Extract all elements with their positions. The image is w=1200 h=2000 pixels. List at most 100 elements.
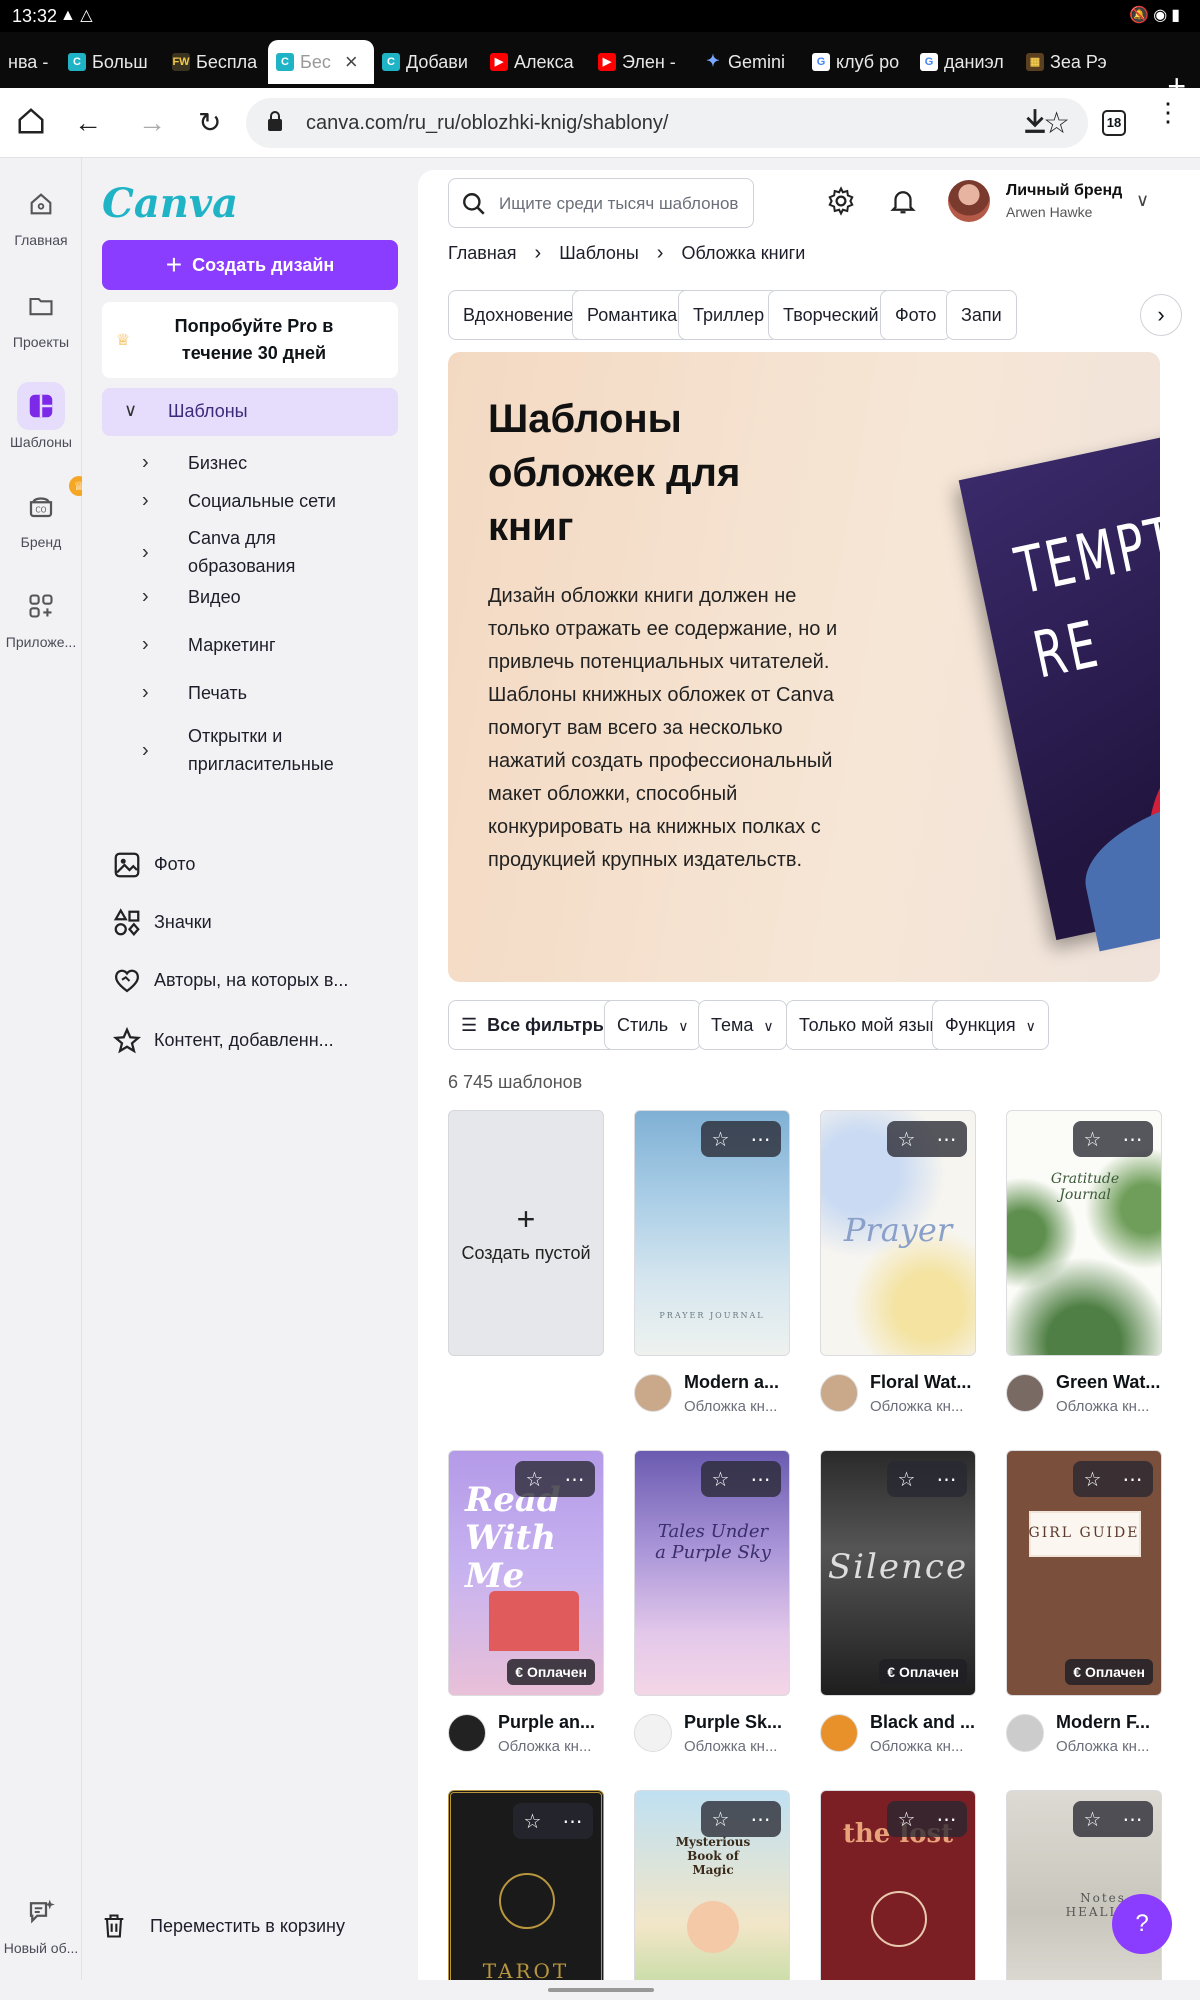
template-card[interactable]: GIRL GUIDE ☆ ⋯ € Оплачен Modern F... Обло…	[1006, 1450, 1162, 1755]
browser-tab[interactable]: Gданиэл	[912, 40, 1018, 84]
chip-more[interactable]: Запи	[946, 290, 1017, 340]
reload-icon[interactable]: ↻	[198, 106, 221, 140]
back-icon[interactable]: ←	[74, 106, 102, 140]
browser-tab[interactable]: ▶ Элен -	[590, 40, 696, 84]
template-actions: ☆ ⋯	[1073, 1121, 1153, 1157]
more-icon[interactable]: ⋯	[750, 1467, 770, 1492]
sidebar-item-templates[interactable]: ∨ Шаблоны	[102, 388, 398, 436]
try-pro-card[interactable]: ♕ Попробуйте Pro в течение 30 дней	[102, 302, 398, 378]
chip-photo[interactable]: Фото	[880, 290, 952, 340]
sidebar-item-photo[interactable]: Фото	[102, 850, 398, 880]
star-icon[interactable]: ☆	[898, 1467, 916, 1492]
star-icon[interactable]: ☆	[526, 1467, 544, 1492]
star-icon[interactable]: ☆	[898, 1127, 916, 1152]
sidebar-item-icons[interactable]: Значки	[102, 908, 398, 938]
style-filter-dropdown[interactable]: Стиль ∨	[604, 1000, 702, 1050]
forward-icon[interactable]: →	[138, 106, 166, 140]
star-icon[interactable]: ☆	[712, 1127, 730, 1152]
download-icon[interactable]	[1022, 106, 1048, 144]
chevron-down-icon[interactable]: ∨	[1136, 190, 1149, 211]
more-icon[interactable]: ⋯	[936, 1807, 956, 1832]
star-icon[interactable]: ☆	[1084, 1807, 1102, 1832]
template-card[interactable]: TAROT ☆ ⋯	[448, 1790, 604, 1980]
breadcrumb-home[interactable]: Главная	[448, 243, 517, 264]
more-icon[interactable]: ⋯	[1122, 1127, 1142, 1152]
more-icon[interactable]: ⋯	[1122, 1807, 1142, 1832]
chevron-right-icon[interactable]: ›	[1140, 294, 1182, 336]
help-button[interactable]: ?	[1112, 1894, 1172, 1954]
template-type: Обложка кн...	[498, 1738, 592, 1755]
sidebar-subitem-education[interactable]: › Canva для образования	[102, 524, 398, 582]
chip-thriller[interactable]: Триллер	[678, 290, 780, 340]
browser-tab[interactable]: ▦ Зеа Рэ	[1018, 40, 1120, 84]
template-card[interactable]: Prayer ☆ ⋯ Floral Wat... Обложка кн...	[820, 1110, 976, 1415]
more-icon[interactable]: ⋯	[750, 1807, 770, 1832]
sidebar-subitem-social[interactable]: › Социальные сети	[102, 486, 398, 516]
star-icon[interactable]: ☆	[524, 1809, 542, 1834]
template-card[interactable]: Tales Under a Purple Sky ☆ ⋯ Purple Sk...…	[634, 1450, 790, 1755]
more-icon[interactable]: ⋯	[750, 1127, 770, 1152]
all-filters-button[interactable]: ☰ Все фильтры	[448, 1000, 622, 1050]
star-icon[interactable]: ☆	[712, 1467, 730, 1492]
sidebar-subitem-video[interactable]: › Видео	[102, 582, 398, 612]
template-card[interactable]: Silence ☆ ⋯ € Оплачен Black and ... Облож…	[820, 1450, 976, 1755]
rail-brand[interactable]: CO ♕ Бренд	[0, 476, 89, 550]
my-language-filter[interactable]: Только мой язык	[786, 1000, 951, 1050]
sidebar-subitem-print[interactable]: › Печать	[102, 678, 398, 708]
browser-menu-icon[interactable]: ⋮	[1155, 99, 1181, 125]
template-card[interactable]: Gratitude Journal ☆ ⋯ Green Wat... Обложк…	[1006, 1110, 1162, 1415]
home-icon[interactable]	[16, 106, 46, 144]
sidebar-item-authors[interactable]: Авторы, на которых в...	[102, 966, 398, 996]
sidebar-subitem-business[interactable]: › Бизнес	[102, 448, 398, 478]
star-icon[interactable]: ☆	[1084, 1127, 1102, 1152]
sidebar-item-content[interactable]: Контент, добавленн...	[102, 1026, 398, 1056]
gear-icon[interactable]	[826, 186, 856, 216]
rail-projects[interactable]: Проекты	[0, 282, 82, 350]
more-icon[interactable]: ⋯	[936, 1127, 956, 1152]
star-icon[interactable]: ☆	[898, 1807, 916, 1832]
rail-new-chat[interactable]: Новый об...	[0, 1888, 82, 1956]
browser-tab[interactable]: нва -	[0, 40, 60, 84]
star-icon[interactable]: ☆	[1084, 1467, 1102, 1492]
more-icon[interactable]: ⋯	[562, 1809, 582, 1834]
more-icon[interactable]: ⋯	[936, 1467, 956, 1492]
address-bar[interactable]: canva.com/ru_ru/oblozhki-knig/shablony/ …	[246, 98, 1088, 148]
chip-romance[interactable]: Романтика	[572, 290, 693, 340]
rail-apps[interactable]: Приложе...	[0, 582, 82, 650]
sidebar-subitem-cards[interactable]: › Открытки и пригласительные	[102, 722, 398, 780]
theme-filter-dropdown[interactable]: Тема ∨	[698, 1000, 787, 1050]
move-to-trash-button[interactable]: Переместить в корзину	[100, 1914, 400, 1944]
browser-tab[interactable]: C Добави	[374, 40, 482, 84]
browser-tab[interactable]: Gклуб ро	[804, 40, 912, 84]
template-card[interactable]: the lost ☆⋯	[820, 1790, 976, 1980]
browser-tab[interactable]: FW Беспла	[164, 40, 268, 84]
search-input[interactable]: Ищите среди тысяч шаблонов	[448, 178, 754, 228]
more-icon[interactable]: ⋯	[564, 1467, 584, 1492]
more-icon[interactable]: ⋯	[1122, 1467, 1142, 1492]
breadcrumb-templates[interactable]: Шаблоны	[559, 243, 639, 264]
function-filter-dropdown[interactable]: Функция ∨	[932, 1000, 1049, 1050]
create-design-button[interactable]: + Создать дизайн	[102, 240, 398, 290]
chip-creative[interactable]: Творческий	[768, 290, 894, 340]
sidebar-subitem-marketing[interactable]: › Маркетинг	[102, 630, 398, 660]
canva-logo[interactable]: Canva	[102, 180, 238, 227]
avatar[interactable]	[948, 180, 990, 222]
brand-name[interactable]: Личный бренд	[1006, 182, 1122, 200]
chip-inspiration[interactable]: Вдохновение	[448, 290, 589, 340]
tab-label: Элен -	[622, 51, 676, 72]
browser-tab[interactable]: ✦ Gemini	[696, 40, 804, 84]
bell-icon[interactable]	[888, 186, 918, 216]
template-card[interactable]: Mysterious Book of Magic ☆ ⋯	[634, 1790, 790, 1980]
template-card[interactable]: Read With Me ☆ ⋯ € Оплачен Purple an... О…	[448, 1450, 604, 1755]
rail-templates[interactable]: Шаблоны	[0, 382, 82, 450]
browser-tab-active[interactable]: C Бес ×	[268, 40, 374, 84]
create-blank-card[interactable]: + Создать пустой	[448, 1110, 604, 1356]
rail-home[interactable]: Главная	[0, 180, 82, 248]
tab-switcher-button[interactable]: 18	[1102, 110, 1126, 136]
template-card[interactable]: PRAYER JOURNAL ☆ ⋯ Modern a... Обложка кн…	[634, 1110, 790, 1415]
star-icon[interactable]: ☆	[712, 1807, 730, 1832]
browser-tab[interactable]: ▶ Алекса	[482, 40, 590, 84]
gesture-bar[interactable]	[548, 1988, 654, 1992]
browser-tab[interactable]: C Больш	[60, 40, 164, 84]
close-tab-icon[interactable]: ×	[345, 49, 358, 75]
